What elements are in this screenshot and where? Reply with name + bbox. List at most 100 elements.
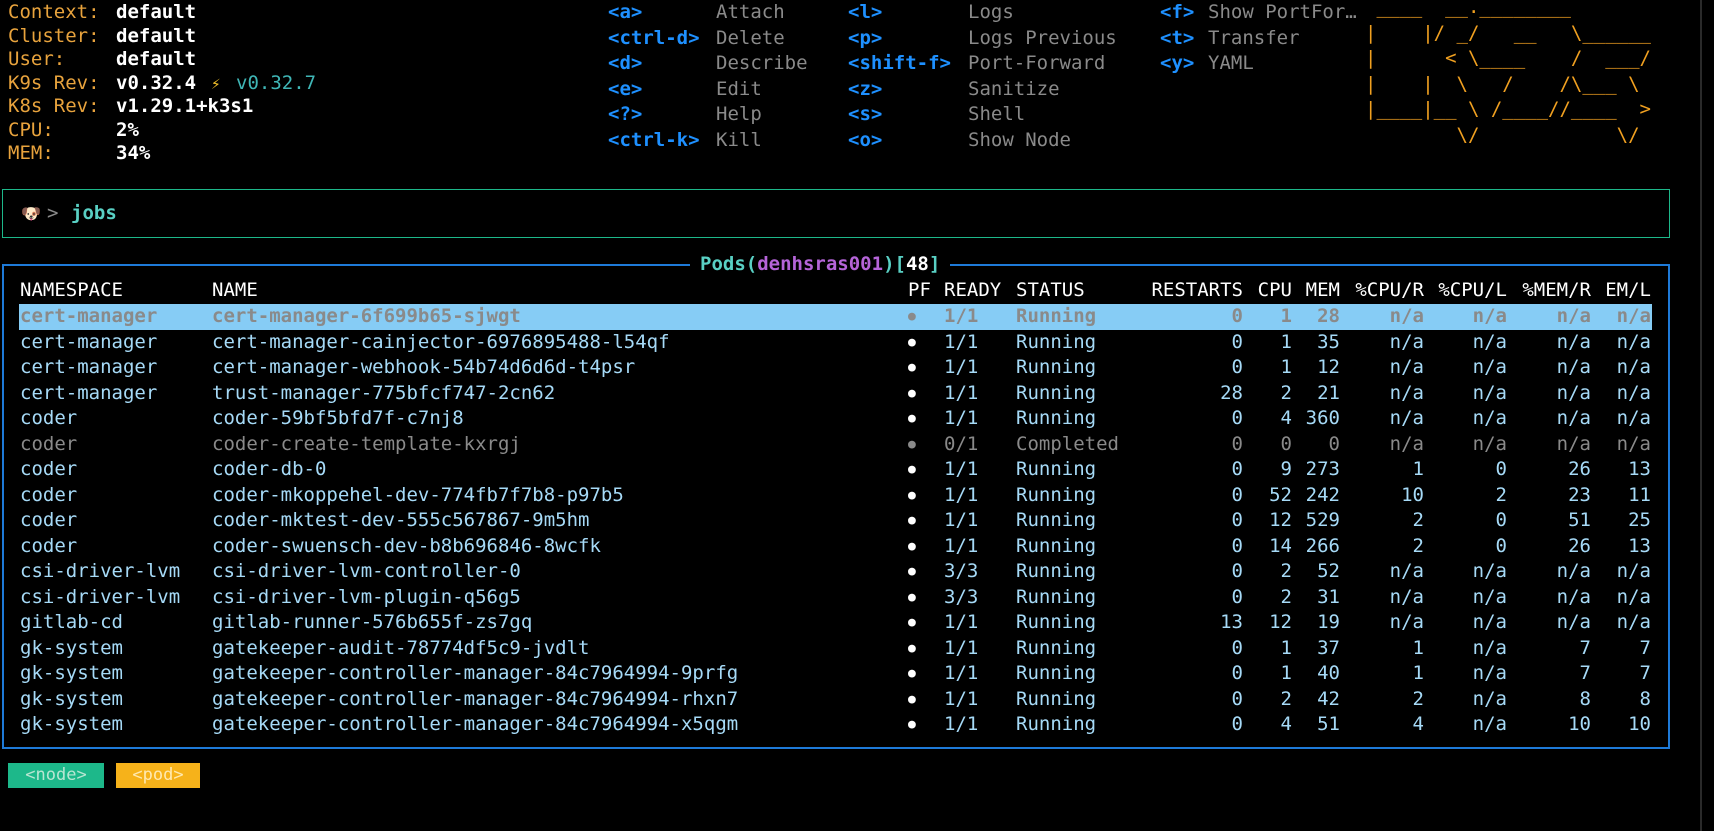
shortcut-action[interactable]: YAML xyxy=(1208,51,1254,77)
column-header-restarts[interactable]: RESTARTS xyxy=(1151,278,1243,304)
cell-restarts: 0 xyxy=(1231,305,1243,327)
cell-status: Running xyxy=(1016,534,1097,557)
shortcut-action[interactable]: Show PortFor… xyxy=(1208,0,1357,26)
cell-ready: 1/1 xyxy=(944,305,979,327)
cell-status: Running xyxy=(1016,305,1097,327)
logo-line: |____|__ \ /____//____ > xyxy=(1365,98,1651,120)
shortcut-action[interactable]: Port-Forward xyxy=(968,51,1105,77)
cell-restarts: 0 xyxy=(1231,713,1243,735)
shortcut-key[interactable]: <y> xyxy=(1160,51,1194,77)
table-row[interactable]: gk-system gatekeeper-controller-manager-8… xyxy=(19,661,1652,687)
table-row[interactable]: cert-manager cert-manager-6f699b65-sjwgt ●… xyxy=(19,304,1652,330)
cell-cpu_r: 1 xyxy=(1412,458,1424,480)
table-row[interactable]: gk-system gatekeeper-audit-78774df5c9-jvd… xyxy=(19,636,1652,662)
cell-pf: ● xyxy=(908,334,916,350)
cell-cpu_r: 1 xyxy=(1412,636,1424,659)
shortcut-key[interactable]: <shift-f> xyxy=(848,51,951,77)
shortcut-action[interactable]: Transfer xyxy=(1208,26,1300,52)
shortcut-action[interactable]: Describe xyxy=(716,51,808,77)
shortcut-key[interactable]: <p> xyxy=(848,26,882,52)
cell-name: csi-driver-lvm-controller-0 xyxy=(212,560,521,582)
table-row[interactable]: cert-manager cert-manager-cainjector-6976… xyxy=(19,330,1652,356)
shortcut-action[interactable]: Show Node xyxy=(968,128,1071,154)
table-row[interactable]: coder coder-create-template-kxrgj ● 0/1 Comp… xyxy=(19,432,1652,458)
breadcrumb-node[interactable]: <node> xyxy=(8,763,104,788)
cell-namespace: gk-system xyxy=(20,662,123,684)
command-input[interactable]: jobs xyxy=(71,201,117,227)
cell-namespace: cert-manager xyxy=(20,305,158,327)
cell-cpu_r: n/a xyxy=(1389,381,1424,404)
shortcut-action[interactable]: Logs Previous xyxy=(968,26,1117,52)
column-header-cpu_l[interactable]: %CPU/L xyxy=(1438,278,1507,304)
cell-mem_r: 26 xyxy=(1568,534,1591,557)
info-label: MEM: xyxy=(8,142,54,164)
cell-mem: 242 xyxy=(1305,483,1340,506)
cell-cpu_l: 0 xyxy=(1495,458,1507,480)
column-header-namespace[interactable]: NAMESPACE xyxy=(20,278,123,304)
cell-pf: ● xyxy=(908,538,916,554)
breadcrumb-pod[interactable]: <pod> xyxy=(116,763,200,788)
shortcut-key[interactable]: <a> xyxy=(608,0,642,26)
shortcut-action[interactable]: Attach xyxy=(716,0,785,26)
cell-cpu_r: n/a xyxy=(1389,356,1424,378)
table-row[interactable]: gk-system gatekeeper-controller-manager-8… xyxy=(19,712,1652,738)
shortcut-key[interactable]: <?> xyxy=(608,102,642,128)
shortcut-action[interactable]: Logs xyxy=(968,0,1014,26)
shortcut-action[interactable]: Edit xyxy=(716,77,762,103)
table-row[interactable]: csi-driver-lvm csi-driver-lvm-plugin-q56g… xyxy=(19,585,1652,611)
table-row[interactable]: coder coder-db-0 ● 1/1 Running 0 9 273 1 0 26 13 xyxy=(19,457,1652,483)
column-header-mem[interactable]: MEM xyxy=(1306,278,1340,304)
column-header-name[interactable]: NAME xyxy=(212,278,258,304)
table-row[interactable]: csi-driver-lvm csi-driver-lvm-controller-… xyxy=(19,559,1652,585)
table-row[interactable]: gk-system gatekeeper-controller-manager-8… xyxy=(19,687,1652,713)
cell-mem_r: n/a xyxy=(1556,305,1591,327)
cell-namespace: cert-manager xyxy=(20,381,158,404)
cell-mem: 31 xyxy=(1317,585,1340,608)
shortcut-key[interactable]: <t> xyxy=(1160,26,1194,52)
cell-namespace: cert-manager xyxy=(20,356,158,378)
scrollbar-track[interactable] xyxy=(1700,0,1702,831)
cell-mem_l: 8 xyxy=(1639,687,1651,710)
cell-namespace: coder xyxy=(20,407,78,429)
shortcut-key[interactable]: <l> xyxy=(848,0,882,26)
column-header-mem_r[interactable]: %MEM/R xyxy=(1522,278,1591,304)
cell-cpu: 2 xyxy=(1280,560,1292,582)
cell-mem_r: 23 xyxy=(1568,483,1591,506)
shortcut-key[interactable]: <s> xyxy=(848,102,882,128)
column-header-cpu_r[interactable]: %CPU/R xyxy=(1355,278,1424,304)
table-row[interactable]: coder coder-mkoppehel-dev-774fb7f7b8-p97b… xyxy=(19,483,1652,509)
cell-cpu_l: 0 xyxy=(1495,509,1507,531)
command-bar[interactable]: 🐶 > jobs xyxy=(2,189,1670,238)
shortcut-action[interactable]: Delete xyxy=(716,26,785,52)
cell-pf: ● xyxy=(908,640,916,656)
cell-name: trust-manager-775bfcf747-2cn62 xyxy=(212,381,556,404)
logo-line: | |/ _/ __ \______ xyxy=(1365,21,1651,44)
shortcut-action[interactable]: Kill xyxy=(716,128,762,154)
shortcut-key[interactable]: <o> xyxy=(848,128,882,154)
column-header-ready[interactable]: READY xyxy=(944,278,1001,304)
shortcut-key[interactable]: <d> xyxy=(608,51,642,77)
cell-status: Running xyxy=(1016,560,1097,582)
table-row[interactable]: coder coder-swuensch-dev-b8b696846-8wcfk ●… xyxy=(19,534,1652,560)
table-row[interactable]: gitlab-cd gitlab-runner-576b655f-zs7gq ● 1/… xyxy=(19,610,1652,636)
shortcut-key[interactable]: <f> xyxy=(1160,0,1194,26)
column-header-pf[interactable]: PF xyxy=(908,278,931,304)
shortcut-action[interactable]: Help xyxy=(716,102,762,128)
cell-name: coder-59bf5bfd7f-c7nj8 xyxy=(212,407,464,429)
cell-name: cert-manager-cainjector-6976895488-l54qf xyxy=(212,330,670,353)
shortcut-action[interactable]: Sanitize xyxy=(968,77,1060,103)
shortcut-action[interactable]: Shell xyxy=(968,102,1025,128)
shortcut-key[interactable]: <ctrl-k> xyxy=(608,128,700,154)
table-row[interactable]: coder coder-59bf5bfd7f-c7nj8 ● 1/1 Running 0 4… xyxy=(19,406,1652,432)
table-row[interactable]: cert-manager trust-manager-775bfcf747-2cn… xyxy=(19,381,1652,407)
cell-mem_l: 11 xyxy=(1628,483,1651,506)
column-header-status[interactable]: STATUS xyxy=(1016,278,1085,304)
shortcut-key[interactable]: <z> xyxy=(848,77,882,103)
shortcut-key[interactable]: <e> xyxy=(608,77,642,103)
table-row[interactable]: cert-manager cert-manager-webhook-54b74d6… xyxy=(19,355,1652,381)
shortcut-key[interactable]: <ctrl-d> xyxy=(608,26,700,52)
scrollbar[interactable] xyxy=(1694,0,1714,831)
column-header-cpu[interactable]: CPU xyxy=(1258,278,1292,304)
column-header-mem_l[interactable]: EM/L xyxy=(1605,278,1651,304)
table-row[interactable]: coder coder-mktest-dev-555c567867-9m5hm ● 1… xyxy=(19,508,1652,534)
